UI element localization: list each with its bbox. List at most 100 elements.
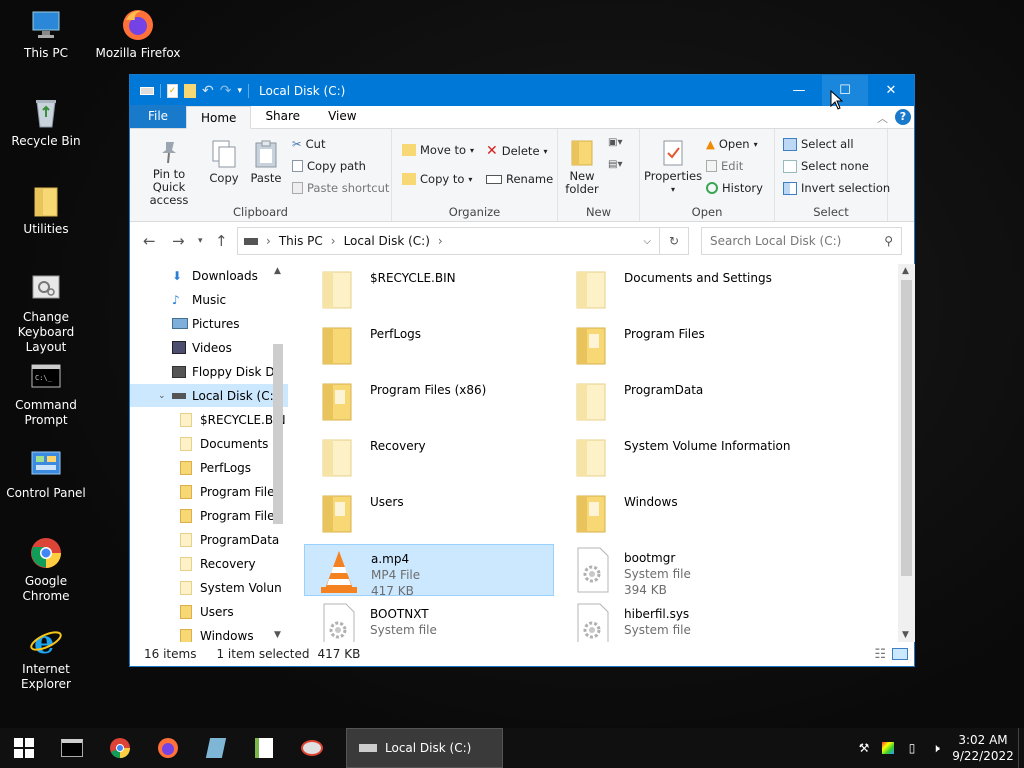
taskbar-app-2[interactable] [240, 728, 288, 768]
taskbar-app-3[interactable] [288, 728, 336, 768]
breadcrumb-this-pc[interactable]: This PC [279, 234, 323, 248]
show-desktop-button[interactable] [1018, 728, 1024, 768]
nav-pane-scrollbar[interactable]: ▲ ▼ [270, 264, 287, 642]
nav-item-music[interactable]: ♪ Music [130, 288, 288, 311]
file-item-system[interactable]: BOOTNXT System file [304, 600, 554, 642]
scroll-up-icon[interactable]: ▲ [274, 266, 281, 276]
help-icon[interactable]: ? [895, 109, 911, 125]
nav-item-folder[interactable]: PerfLogs [130, 456, 288, 479]
desktop-icon-firefox[interactable]: Mozilla Firefox [92, 8, 184, 61]
nav-item-folder[interactable]: Documents a [130, 432, 288, 455]
minimize-button[interactable]: — [776, 75, 822, 106]
scroll-up-icon[interactable]: ▲ [902, 266, 909, 276]
nav-item-folder[interactable]: Program Files [130, 480, 288, 503]
desktop-icon-chrome[interactable]: Google Chrome [0, 536, 92, 604]
volume-muted-icon[interactable]: 🕨 [924, 741, 948, 756]
properties-check-icon[interactable]: ✓ [167, 83, 178, 98]
file-item-folder[interactable]: ProgramData [558, 376, 808, 428]
move-to-button[interactable]: Move to ▾ [402, 143, 474, 157]
back-button[interactable]: ← [143, 232, 156, 250]
taskbar-chrome[interactable] [96, 728, 144, 768]
tab-share[interactable]: Share [251, 105, 314, 128]
forward-button[interactable]: → [172, 232, 185, 250]
tab-file[interactable]: File [130, 105, 186, 128]
nav-item-pictures[interactable]: Pictures [130, 312, 288, 335]
taskbar-file-explorer[interactable]: Local Disk (C:) [346, 728, 503, 768]
select-none-button[interactable]: Select none [783, 159, 869, 173]
desktop-icon-internet-explorer[interactable]: e Internet Explorer [0, 623, 92, 692]
copy-button[interactable]: Copy [206, 139, 242, 185]
clock[interactable]: 3:02 AM 9/22/2022 [948, 732, 1018, 764]
nav-item-folder[interactable]: ProgramData [130, 528, 288, 551]
edit-button[interactable]: Edit [706, 159, 743, 173]
file-item-video[interactable]: a.mp4 MP4 File 417 KB [304, 544, 554, 598]
network-tray-icon[interactable]: ⚒ [852, 741, 876, 755]
desktop-icon-command-prompt[interactable]: C:\_ Command Prompt [0, 360, 92, 428]
details-view-icon[interactable]: ☷ [874, 647, 886, 662]
pin-quick-access-button[interactable]: Pin to Quick access [136, 139, 202, 207]
nav-item-folder[interactable]: $RECYCLE.BIN [130, 408, 288, 431]
up-button[interactable]: ↑ [215, 232, 228, 250]
new-folder-icon[interactable] [184, 83, 196, 98]
new-item-icon[interactable]: ▣▾ [608, 137, 630, 153]
nav-item-folder[interactable]: Windows [130, 624, 288, 642]
desktop-icon-this-pc[interactable]: This PC [0, 8, 92, 61]
file-item-folder[interactable]: Windows [558, 488, 808, 540]
file-item-folder[interactable]: Program Files [558, 320, 808, 372]
large-icons-view-icon[interactable] [892, 648, 908, 660]
address-box[interactable]: › This PC › Local Disk (C:) › ⌵ [237, 227, 660, 255]
nav-item-videos[interactable]: Videos [130, 336, 288, 359]
title-bar[interactable]: ✓ ↶ ↷ ▾ Local Disk (C:) — ☐ ✕ [130, 75, 914, 106]
file-item-folder[interactable]: Documents and Settings [558, 264, 808, 316]
taskbar-firefox[interactable] [144, 728, 192, 768]
open-button[interactable]: ▲ Open ▾ [706, 137, 758, 151]
file-item-folder[interactable]: Users [304, 488, 554, 540]
display-tray-icon[interactable] [876, 742, 900, 754]
paste-shortcut-button[interactable]: Paste shortcut [292, 181, 389, 195]
taskbar-app-1[interactable] [192, 728, 240, 768]
recent-locations-button[interactable]: ▾ [198, 236, 203, 246]
file-item-folder[interactable]: System Volume Information [558, 432, 808, 484]
cut-button[interactable]: ✂ Cut [292, 137, 325, 151]
new-folder-button[interactable]: New folder [562, 139, 602, 196]
desktop-icon-recycle-bin[interactable]: Recycle Bin [0, 96, 92, 149]
tab-view[interactable]: View [314, 105, 370, 128]
scroll-down-icon[interactable]: ▼ [274, 630, 281, 640]
desktop-icon-control-panel[interactable]: Control Panel [0, 448, 92, 501]
desktop-icon-utilities[interactable]: Utilities [0, 184, 92, 237]
properties-button[interactable]: Properties ▾ [644, 139, 702, 196]
scroll-thumb[interactable] [273, 344, 283, 524]
history-button[interactable]: History [706, 181, 763, 195]
breadcrumb-local-disk[interactable]: Local Disk (C:) [344, 234, 430, 248]
nav-item-folder[interactable]: System Volun [130, 576, 288, 599]
file-item-folder[interactable]: Recovery [304, 432, 554, 484]
file-list-scrollbar[interactable]: ▲ ▼ [898, 264, 915, 642]
delete-button[interactable]: ✕ Delete ▾ [486, 143, 548, 159]
start-button[interactable] [0, 728, 48, 768]
file-item-folder[interactable]: $RECYCLE.BIN [304, 264, 554, 316]
file-item-system[interactable]: hiberfil.sys System file [558, 600, 808, 642]
address-dropdown-icon[interactable]: ⌵ [643, 236, 651, 247]
customize-qat-icon[interactable]: ▾ [237, 86, 242, 96]
nav-item-folder[interactable]: Program Files [130, 504, 288, 527]
nav-item-downloads[interactable]: ⬇ Downloads [130, 264, 288, 287]
nav-item-folder[interactable]: Recovery [130, 552, 288, 575]
file-item-system[interactable]: bootmgr System file 394 KB [558, 544, 808, 597]
nav-item-local-disk[interactable]: ⌄ Local Disk (C:) [130, 384, 288, 407]
copy-to-button[interactable]: Copy to ▾ [402, 172, 472, 186]
easy-access-icon[interactable]: ▤▾ [608, 159, 630, 175]
nav-item-floppy[interactable]: Floppy Disk Dri [130, 360, 288, 383]
file-item-folder[interactable]: PerfLogs [304, 320, 554, 372]
undo-icon[interactable]: ↶ [202, 83, 214, 99]
close-button[interactable]: ✕ [868, 75, 914, 106]
invert-selection-button[interactable]: Invert selection [783, 181, 890, 195]
file-item-folder[interactable]: Program Files (x86) [304, 376, 554, 428]
maximize-button[interactable]: ☐ [822, 75, 868, 106]
search-input[interactable]: Search Local Disk (C:) ⚲ [701, 227, 902, 255]
paste-button[interactable]: Paste [248, 139, 284, 185]
collapse-ribbon-icon[interactable]: ︿ [877, 110, 888, 126]
usb-tray-icon[interactable]: ▯ [900, 741, 924, 755]
refresh-button[interactable]: ↻ [660, 227, 689, 255]
redo-icon[interactable]: ↷ [220, 83, 232, 99]
select-all-button[interactable]: Select all [783, 137, 854, 151]
